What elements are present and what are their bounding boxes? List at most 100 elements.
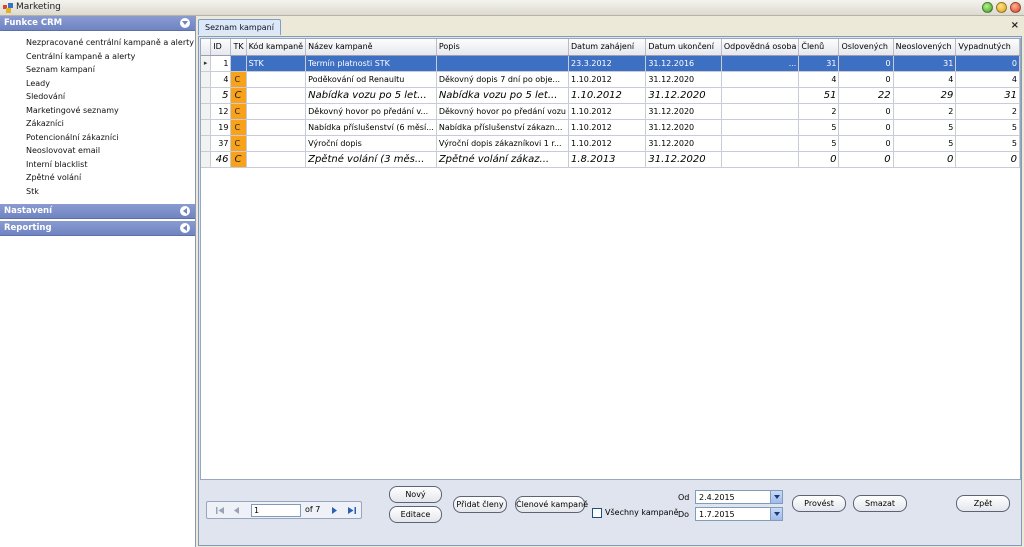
cell-popis[interactable] — [436, 55, 570, 72]
sidebar-item-seznam-kampani[interactable]: Seznam kampaní — [26, 63, 195, 77]
cell-clenu[interactable]: 5 — [798, 135, 840, 152]
cell-vypadnutych[interactable]: 0 — [955, 55, 1020, 72]
cell-datum-ukonceni[interactable]: 31.12.2020 — [645, 103, 722, 120]
column-header-neoslovenych[interactable]: Neoslovených — [893, 39, 957, 56]
column-header-tk[interactable]: TK — [230, 39, 247, 56]
cell-popis[interactable]: Zpětné volání zákaz... — [436, 151, 570, 168]
cell-popis[interactable]: Výroční dopis zákazníkovi 1 r... — [436, 135, 570, 152]
cell-popis[interactable]: Děkovný hovor po předání vozu — [436, 103, 570, 120]
next-page-icon[interactable] — [329, 505, 340, 516]
delete-button[interactable]: Smazat — [853, 495, 907, 512]
cell-datum-ukonceni[interactable]: 31.12.2020 — [645, 135, 722, 152]
cell-neoslovenych[interactable]: 0 — [893, 151, 957, 168]
execute-button[interactable]: Provést — [792, 495, 846, 512]
cell-datum-ukonceni[interactable]: 31.12.2020 — [645, 71, 722, 88]
sidebar-item-zakaznici[interactable]: Zákazníci — [26, 117, 195, 131]
cell-neoslovenych[interactable]: 31 — [893, 55, 957, 72]
cell-oslovenych[interactable]: 22 — [838, 87, 894, 104]
cell-tk[interactable] — [230, 55, 247, 72]
column-header-nazev-kampane[interactable]: Název kampaně — [305, 39, 437, 56]
row-indicator[interactable]: ▸ — [201, 55, 212, 72]
cell-id[interactable]: 12 — [210, 103, 232, 120]
cell-neoslovenych[interactable]: 5 — [893, 135, 957, 152]
cell-kod-kampane[interactable] — [246, 135, 307, 152]
cell-datum-zahajeni[interactable]: 1.10.2012 — [568, 71, 647, 88]
sidebar-item-sledovani[interactable]: Sledování — [26, 90, 195, 104]
back-button[interactable]: Zpět — [956, 495, 1010, 512]
chevron-left-icon[interactable] — [180, 206, 190, 216]
column-header-datum-ukonceni[interactable]: Datum ukončení — [645, 39, 722, 56]
cell-datum-zahajeni[interactable]: 1.10.2012 — [568, 87, 647, 104]
edit-button[interactable]: Editace — [389, 506, 442, 523]
cell-neoslovenych[interactable]: 4 — [893, 71, 957, 88]
minimize-button[interactable] — [982, 2, 993, 13]
column-header-popis[interactable]: Popis — [436, 39, 570, 56]
cell-neoslovenych[interactable]: 5 — [893, 119, 957, 136]
sidebar-item-marketingove-seznamy[interactable]: Marketingové seznamy — [26, 104, 195, 118]
cell-kod-kampane[interactable] — [246, 151, 307, 168]
all-campaigns-checkbox[interactable] — [592, 508, 602, 518]
sidebar-item-stk[interactable]: Stk — [26, 185, 195, 199]
cell-oslovenych[interactable]: 0 — [838, 55, 894, 72]
cell-odpovedna-osoba[interactable] — [721, 119, 800, 136]
cell-odpovedna-osoba[interactable] — [721, 135, 800, 152]
tab-seznam-kampani[interactable]: Seznam kampaní — [198, 19, 281, 35]
cell-datum-zahajeni[interactable]: 1.10.2012 — [568, 119, 647, 136]
row-indicator[interactable] — [201, 119, 212, 136]
cell-nazev-kampane[interactable]: Nabídka vozu po 5 let... — [305, 87, 437, 104]
cell-nazev-kampane[interactable]: Termín platnosti STK — [305, 55, 437, 72]
row-indicator[interactable] — [201, 87, 212, 104]
column-header-oslovenych[interactable]: Oslovených — [838, 39, 894, 56]
cell-nazev-kampane[interactable]: Poděkování od Renaultu — [305, 71, 437, 88]
cell-oslovenych[interactable]: 0 — [838, 135, 894, 152]
maximize-button[interactable] — [996, 2, 1007, 13]
cell-oslovenych[interactable]: 0 — [838, 71, 894, 88]
cell-tk[interactable]: C — [230, 151, 247, 168]
cell-neoslovenych[interactable]: 29 — [893, 87, 957, 104]
date-from-picker[interactable]: 2.4.2015 — [695, 490, 783, 504]
new-button[interactable]: Nový — [389, 486, 442, 503]
column-header-datum-zahajeni[interactable]: Datum zahájení — [568, 39, 647, 56]
cell-id[interactable]: 4 — [210, 71, 232, 88]
cell-clenu[interactable]: 5 — [798, 119, 840, 136]
cell-neoslovenych[interactable]: 2 — [893, 103, 957, 120]
sidebar-item-interni-blacklist[interactable]: Interní blacklist — [26, 158, 195, 172]
cell-nazev-kampane[interactable]: Výroční dopis — [305, 135, 437, 152]
close-button[interactable] — [1010, 2, 1021, 13]
cell-odpovedna-osoba[interactable] — [721, 151, 800, 168]
cell-tk[interactable]: C — [230, 71, 247, 88]
cell-datum-ukonceni[interactable]: 31.12.2016 — [645, 55, 722, 72]
table-row[interactable]: 46 C Zpětné volání (3 měs... Zpětné volání … — [201, 151, 1020, 168]
cell-datum-zahajeni[interactable]: 1.8.2013 — [568, 151, 647, 168]
sidebar-item-leady[interactable]: Leady — [26, 77, 195, 91]
campaign-members-button[interactable]: Členové kampaně — [515, 496, 588, 513]
cell-popis[interactable]: Děkovný dopis 7 dní po obje... — [436, 71, 570, 88]
cell-vypadnutych[interactable]: 31 — [955, 87, 1020, 104]
cell-id[interactable]: 37 — [210, 135, 232, 152]
row-indicator[interactable] — [201, 71, 212, 88]
table-row[interactable]: 4 C Poděkování od Renaultu Děkovný dopis 7 … — [201, 71, 1020, 88]
cell-odpovedna-osoba[interactable] — [721, 87, 800, 104]
cell-odpovedna-osoba[interactable]: ... — [721, 55, 800, 72]
cell-nazev-kampane[interactable]: Zpětné volání (3 měs... — [305, 151, 437, 168]
cell-datum-ukonceni[interactable]: 31.12.2020 — [645, 87, 722, 104]
cell-id[interactable]: 19 — [210, 119, 232, 136]
cell-clenu[interactable]: 0 — [798, 151, 840, 168]
cell-kod-kampane[interactable]: STK — [246, 55, 307, 72]
sidebar-item-zpetne-volani[interactable]: Zpětné volání — [26, 171, 195, 185]
cell-oslovenych[interactable]: 0 — [838, 151, 894, 168]
table-row[interactable]: ▸ 1 STK Termín platnosti STK 23.3.2012 31.12.… — [201, 55, 1020, 72]
column-header-odpovedna-osoba[interactable]: Odpovědná osoba — [721, 39, 800, 56]
sidebar-group-reporting[interactable]: Reporting — [0, 221, 195, 236]
cell-datum-ukonceni[interactable]: 31.12.2020 — [645, 119, 722, 136]
table-row[interactable]: 37 C Výroční dopis Výroční dopis zákazníkov… — [201, 135, 1020, 152]
column-header-vypadnutych[interactable]: Vypadnutých — [955, 39, 1020, 56]
cell-kod-kampane[interactable] — [246, 103, 307, 120]
cell-vypadnutych[interactable]: 4 — [955, 71, 1020, 88]
sidebar-item-nezpracovane-kampane[interactable]: Nezpracované centrální kampaně a alerty — [26, 36, 195, 50]
cell-clenu[interactable]: 2 — [798, 103, 840, 120]
sidebar-item-centralni-kampane[interactable]: Centrální kampaně a alerty — [26, 50, 195, 64]
cell-clenu[interactable]: 31 — [798, 55, 840, 72]
cell-tk[interactable]: C — [230, 135, 247, 152]
cell-clenu[interactable]: 4 — [798, 71, 840, 88]
